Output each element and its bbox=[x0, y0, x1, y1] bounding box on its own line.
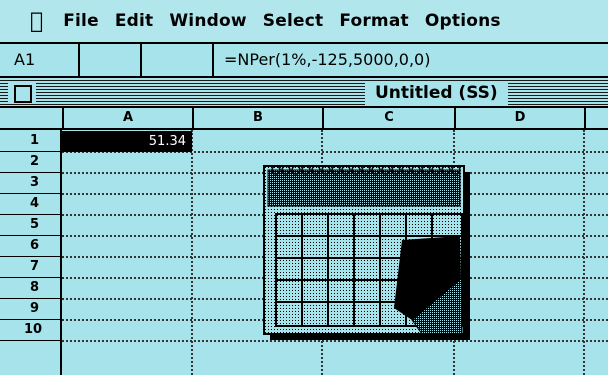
apple-icon[interactable]:  bbox=[30, 9, 43, 34]
cell-a1[interactable]: 51.34 bbox=[62, 131, 192, 152]
row-header-1[interactable]: 1 bbox=[0, 131, 60, 152]
menu-select[interactable]: Select bbox=[263, 11, 324, 31]
row-header-9[interactable]: 9 bbox=[0, 299, 60, 320]
menu-edit[interactable]: Edit bbox=[115, 11, 154, 31]
row-header-3[interactable]: 3 bbox=[0, 173, 60, 194]
enter-box[interactable] bbox=[142, 44, 214, 76]
menu-file[interactable]: File bbox=[63, 11, 99, 31]
cancel-box[interactable] bbox=[80, 44, 142, 76]
column-headers: A B C D bbox=[0, 108, 608, 130]
column-header-d[interactable]: D bbox=[454, 108, 584, 128]
menu-options[interactable]: Options bbox=[425, 11, 501, 31]
column-header-e[interactable] bbox=[584, 108, 608, 128]
menu-window[interactable]: Window bbox=[169, 11, 246, 31]
corner-cell[interactable] bbox=[0, 108, 62, 128]
menu-format[interactable]: Format bbox=[339, 11, 409, 31]
row-header-10[interactable]: 10 bbox=[0, 320, 60, 341]
calendar-icon bbox=[263, 165, 470, 340]
grid-line bbox=[583, 130, 585, 375]
formula-entry[interactable]: =NPer(1%,-125,5000,0,0) bbox=[214, 44, 430, 76]
row-header-8[interactable]: 8 bbox=[0, 278, 60, 299]
grid-line bbox=[191, 130, 193, 375]
column-header-a[interactable]: A bbox=[62, 108, 192, 128]
row-header-6[interactable]: 6 bbox=[0, 236, 60, 257]
row-header-2[interactable]: 2 bbox=[0, 152, 60, 173]
window-title-bar[interactable]: Untitled (SS) bbox=[0, 78, 608, 108]
window-title: Untitled (SS) bbox=[365, 81, 508, 105]
cell-reference[interactable]: A1 bbox=[0, 44, 80, 76]
menu-bar:   File Edit Window Select Format Optio… bbox=[0, 0, 608, 44]
row-header-5[interactable]: 5 bbox=[0, 215, 60, 236]
column-header-c[interactable]: C bbox=[322, 108, 454, 128]
row-headers: 1 2 3 4 5 6 7 8 9 10 bbox=[0, 130, 62, 375]
formula-bar: A1 =NPer(1%,-125,5000,0,0) bbox=[0, 44, 608, 78]
row-header-4[interactable]: 4 bbox=[0, 194, 60, 215]
column-header-b[interactable]: B bbox=[192, 108, 322, 128]
close-box-icon[interactable] bbox=[14, 85, 32, 103]
row-header-7[interactable]: 7 bbox=[0, 257, 60, 278]
